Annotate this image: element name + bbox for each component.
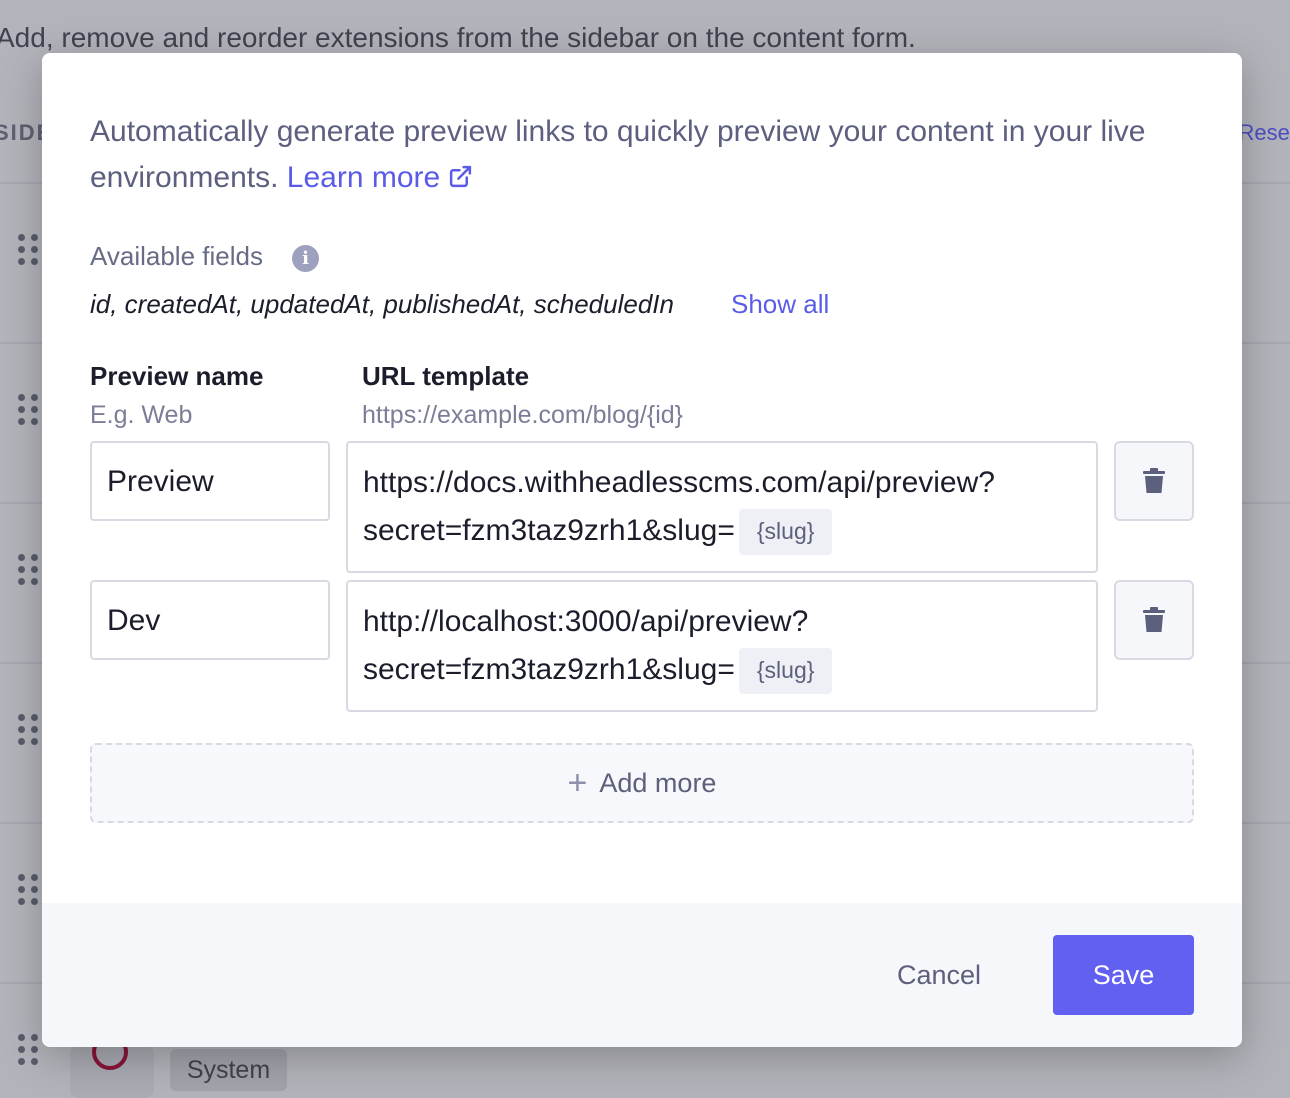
- save-button[interactable]: Save: [1053, 935, 1194, 1015]
- dialog-footer: Cancel Save: [42, 903, 1242, 1047]
- url-line: http://localhost:3000/api/preview?: [363, 605, 809, 638]
- url-line: secret=fzm3taz9zrh1&slug= {slug}: [363, 507, 1081, 556]
- url-line: https://docs.withheadlesscms.com/api/pre…: [363, 466, 995, 499]
- slug-token-tag[interactable]: {slug}: [738, 509, 833, 556]
- url-template-header: URL template: [362, 361, 530, 391]
- preview-name-hint: E.g. Web: [90, 401, 193, 429]
- info-icon[interactable]: i: [292, 245, 319, 272]
- drag-handle-icon[interactable]: [18, 714, 40, 748]
- learn-more-label: Learn more: [286, 161, 441, 194]
- system-badge: System: [170, 1049, 287, 1091]
- drag-handle-icon[interactable]: [18, 1034, 40, 1068]
- url-line: secret=fzm3taz9zrh1&slug= {slug}: [363, 646, 1081, 695]
- delete-preview-button[interactable]: [1114, 441, 1194, 521]
- preview-name-header: Preview name: [90, 361, 264, 391]
- preview-name-input[interactable]: Preview: [90, 441, 330, 521]
- drag-handle-icon[interactable]: [18, 874, 40, 908]
- available-fields-label: Available fields: [90, 241, 263, 271]
- external-link-icon: [450, 165, 472, 188]
- url-template-hint: https://example.com/blog/{id}: [362, 401, 684, 429]
- preview-links-dialog: Automatically generate preview links to …: [42, 53, 1242, 1047]
- trash-icon: [1143, 607, 1165, 632]
- url-line-text: secret=fzm3taz9zrh1&slug=: [363, 653, 735, 686]
- trash-icon: [1143, 468, 1165, 493]
- drag-handle-icon[interactable]: [18, 234, 40, 268]
- url-line-text: secret=fzm3taz9zrh1&slug=: [363, 514, 735, 547]
- add-more-button[interactable]: + Add more: [90, 743, 1194, 823]
- preview-name-input[interactable]: Dev: [90, 580, 330, 660]
- delete-preview-button[interactable]: [1114, 580, 1194, 660]
- reset-link[interactable]: Reset: [1239, 120, 1290, 146]
- url-template-input[interactable]: http://localhost:3000/api/preview? secre…: [346, 580, 1098, 712]
- show-all-link[interactable]: Show all: [731, 289, 829, 320]
- intro-paragraph: Automatically generate preview links to …: [90, 109, 1194, 201]
- url-template-input[interactable]: https://docs.withheadlesscms.com/api/pre…: [346, 441, 1098, 573]
- add-more-label: Add more: [599, 767, 717, 798]
- cancel-button[interactable]: Cancel: [874, 935, 1004, 1015]
- intro-text: Automatically generate preview links to …: [90, 115, 1146, 194]
- available-fields-list: id, createdAt, updatedAt, publishedAt, s…: [90, 289, 674, 319]
- drag-handle-icon[interactable]: [18, 554, 40, 588]
- learn-more-link[interactable]: Learn more: [287, 161, 473, 194]
- plus-icon: +: [567, 763, 588, 802]
- slug-token-tag[interactable]: {slug}: [738, 648, 833, 695]
- drag-handle-icon[interactable]: [18, 394, 40, 428]
- page-description: Add, remove and reorder extensions from …: [0, 22, 916, 53]
